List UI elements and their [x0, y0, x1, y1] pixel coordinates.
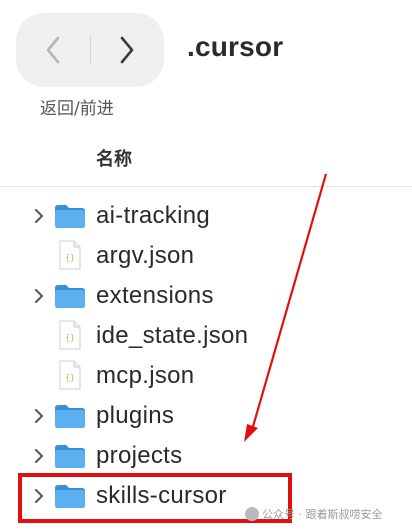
json-file-icon: {}	[59, 320, 81, 350]
chevron-right-icon	[120, 36, 134, 64]
file-name: argv.json	[96, 242, 195, 269]
file-name: mcp.json	[96, 362, 195, 389]
list-header: 名称	[0, 130, 412, 187]
folder-icon	[55, 445, 85, 468]
svg-text:{}: {}	[65, 253, 75, 262]
window-title: .cursor	[187, 31, 284, 62]
chevron-right-icon[interactable]	[32, 448, 46, 464]
list-item[interactable]: {} mcp.json	[0, 356, 412, 396]
file-name: ai-tracking	[96, 202, 211, 229]
list-item[interactable]: {} argv.json	[0, 236, 412, 276]
list-item[interactable]: plugins	[0, 396, 412, 436]
json-file-icon: {}	[59, 240, 81, 270]
finder-toolbar: .cursor	[0, 0, 412, 90]
list-item[interactable]: projects	[0, 436, 412, 476]
nav-button-group	[16, 13, 164, 87]
file-name: plugins	[96, 402, 175, 429]
file-name: extensions	[96, 282, 214, 309]
chevron-left-icon	[46, 36, 60, 64]
chevron-right-icon[interactable]	[32, 408, 46, 424]
wechat-icon	[245, 507, 259, 521]
folder-icon	[55, 285, 85, 308]
file-name: projects	[96, 442, 183, 469]
file-name: ide_state.json	[96, 322, 249, 349]
nav-label: 返回/前进	[40, 99, 114, 119]
forward-button[interactable]	[90, 13, 164, 87]
chevron-right-icon[interactable]	[32, 288, 46, 304]
list-item[interactable]: extensions	[0, 276, 412, 316]
svg-text:{}: {}	[65, 373, 75, 382]
json-file-icon: {}	[59, 360, 81, 390]
folder-icon	[55, 205, 85, 228]
svg-text:{}: {}	[65, 333, 75, 342]
watermark-text: 公众号 · 跟着斯叔唠安全	[262, 508, 383, 521]
watermark: 公众号 · 跟着斯叔唠安全	[245, 506, 383, 522]
chevron-right-icon[interactable]	[32, 208, 46, 224]
list-item[interactable]: {} ide_state.json	[0, 316, 412, 356]
column-header-name[interactable]: 名称	[96, 145, 132, 171]
back-button[interactable]	[16, 13, 90, 87]
folder-icon	[55, 405, 85, 428]
list-item[interactable]: ai-tracking	[0, 196, 412, 236]
